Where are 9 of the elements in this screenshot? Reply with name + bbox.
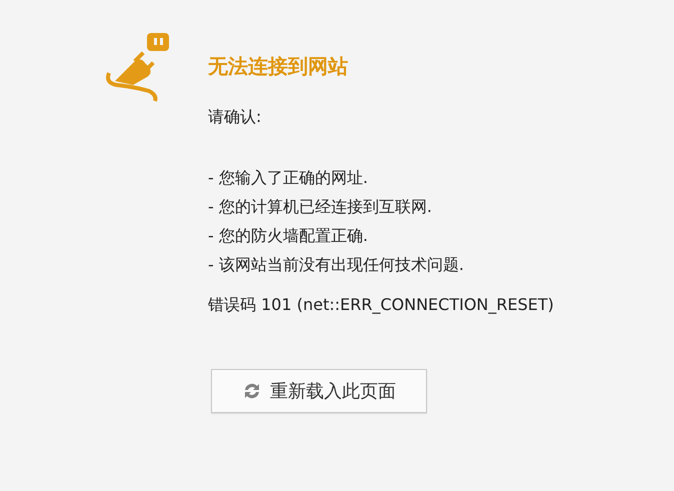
check-item: - 您的计算机已经连接到互联网. bbox=[208, 196, 433, 218]
reload-button[interactable]: 重新载入此页面 bbox=[211, 369, 427, 413]
refresh-icon bbox=[242, 381, 262, 401]
intro-text: 请确认: bbox=[208, 106, 262, 128]
error-code: 错误码 101 (net::ERR_CONNECTION_RESET) bbox=[208, 294, 555, 316]
check-item: - 您输入了正确的网址. bbox=[208, 167, 369, 189]
error-title: 无法连接到网站 bbox=[208, 53, 348, 80]
check-item: - 该网站当前没有出现任何技术问题. bbox=[208, 254, 465, 276]
check-item: - 您的防火墙配置正确. bbox=[208, 225, 369, 247]
